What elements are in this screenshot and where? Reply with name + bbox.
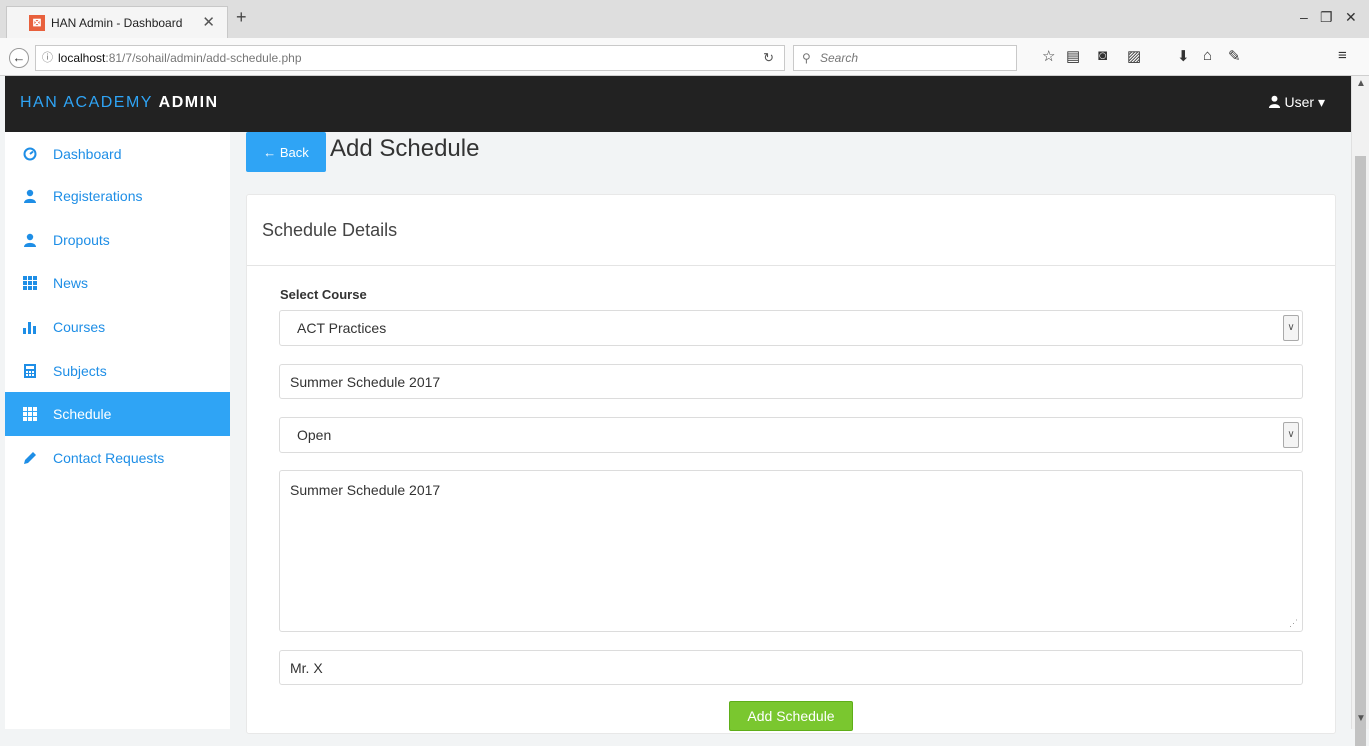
instructor-input[interactable]: Mr. X bbox=[279, 650, 1303, 685]
back-button[interactable]: ← Back bbox=[246, 132, 326, 172]
page-title: Add Schedule bbox=[330, 135, 480, 162]
sidebar: Dashboard Registerations Dropouts News C… bbox=[5, 132, 230, 729]
app-header: HAN ACADEMY ADMIN User ▾ bbox=[5, 76, 1351, 132]
sidebar-item-label: Dropouts bbox=[53, 232, 110, 248]
reading-list-icon[interactable]: ▤ bbox=[1066, 47, 1080, 65]
extension-icon[interactable]: ✎ bbox=[1228, 47, 1241, 65]
browser-tab[interactable]: ⊠ HAN Admin - Dashboard ✕ bbox=[6, 6, 228, 38]
page-scrollbar[interactable]: ▲ ▼ bbox=[1351, 76, 1369, 746]
restore-icon[interactable]: ❐ bbox=[1320, 9, 1333, 26]
close-tab-icon[interactable]: ✕ bbox=[202, 13, 215, 31]
select-course-label: Select Course bbox=[280, 287, 367, 302]
sidebar-item-label: Courses bbox=[53, 319, 106, 335]
pocket-icon[interactable]: ◙ bbox=[1098, 47, 1107, 64]
user-label: User bbox=[1284, 94, 1315, 110]
sidebar-item-dropouts[interactable]: Dropouts bbox=[5, 218, 230, 262]
url-host: localhost bbox=[58, 51, 106, 65]
brand-strong: ADMIN bbox=[158, 94, 219, 111]
sidebar-item-schedule[interactable]: Schedule bbox=[5, 392, 230, 436]
grid-icon bbox=[23, 276, 37, 290]
scroll-thumb[interactable] bbox=[1355, 156, 1366, 746]
sidebar-item-label: Dashboard bbox=[53, 146, 122, 162]
course-select-value: ACT Practices bbox=[297, 320, 387, 336]
tab-title: HAN Admin - Dashboard bbox=[51, 15, 183, 30]
sidebar-item-dashboard[interactable]: Dashboard bbox=[5, 132, 230, 176]
chevron-down-icon[interactable]: ∨ bbox=[1283, 315, 1299, 341]
sidebar-item-label: Contact Requests bbox=[53, 450, 165, 466]
pencil-icon bbox=[24, 452, 36, 464]
panel-heading: Schedule Details bbox=[247, 195, 1335, 266]
home-icon[interactable]: ⌂ bbox=[1203, 47, 1212, 64]
site-favicon-icon: ⊠ bbox=[29, 15, 45, 31]
user-icon bbox=[1268, 95, 1280, 108]
sidebar-item-subjects[interactable]: Subjects bbox=[5, 349, 230, 393]
sidebar-item-label: Subjects bbox=[53, 363, 107, 379]
window-close-icon[interactable]: ✕ bbox=[1345, 9, 1357, 26]
instructor-value: Mr. X bbox=[290, 659, 323, 676]
user-menu[interactable]: User ▾ bbox=[1268, 94, 1325, 111]
grid-icon bbox=[23, 407, 37, 421]
bar-chart-icon bbox=[23, 322, 36, 334]
browser-back-icon[interactable]: ← bbox=[9, 48, 29, 68]
description-textarea[interactable]: Summer Schedule 2017 ⋰ bbox=[279, 470, 1303, 632]
address-bar[interactable]: ⓘ localhost:81/7/sohail/admin/add-schedu… bbox=[35, 45, 785, 71]
caret-down-icon: ▾ bbox=[1317, 94, 1325, 110]
reload-icon[interactable]: ↻ bbox=[763, 46, 774, 70]
panel-title: Schedule Details bbox=[262, 220, 398, 240]
search-icon: ⚲ bbox=[802, 51, 811, 65]
browser-tabstrip: ⊠ HAN Admin - Dashboard ✕ + – ❐ ✕ bbox=[0, 0, 1369, 38]
brand-logo[interactable]: HAN ACADEMY ADMIN bbox=[20, 94, 219, 112]
url-path: :81/7/sohail/admin/add-schedule.php bbox=[105, 51, 302, 65]
add-schedule-button[interactable]: Add Schedule bbox=[729, 701, 853, 731]
sidebar-item-registerations[interactable]: Registerations bbox=[5, 174, 230, 218]
sidebar-item-label: Schedule bbox=[53, 406, 112, 422]
resize-grip-icon[interactable]: ⋰ bbox=[1289, 618, 1298, 629]
search-placeholder: Search bbox=[820, 51, 859, 65]
course-select[interactable]: ACT Practices ∨ bbox=[279, 310, 1303, 346]
sidebar-item-label: News bbox=[53, 275, 89, 291]
schedule-name-value: Summer Schedule 2017 bbox=[290, 373, 441, 390]
browser-search-input[interactable]: ⚲ Search bbox=[793, 45, 1017, 71]
user-icon bbox=[24, 233, 36, 247]
download-icon[interactable]: ⬇ bbox=[1177, 47, 1190, 65]
minimize-icon[interactable]: – bbox=[1300, 9, 1308, 25]
back-label: Back bbox=[279, 144, 309, 160]
new-tab-button[interactable]: + bbox=[236, 7, 247, 28]
info-icon[interactable]: ⓘ bbox=[42, 46, 53, 70]
bookmark-star-icon[interactable]: ☆ bbox=[1042, 47, 1055, 65]
calculator-icon bbox=[24, 364, 36, 378]
sidebar-item-news[interactable]: News bbox=[5, 261, 230, 305]
status-select-value: Open bbox=[297, 427, 332, 443]
chevron-down-icon[interactable]: ∨ bbox=[1283, 422, 1299, 448]
sidebar-item-label: Registerations bbox=[53, 188, 143, 204]
arrow-left-icon: ← bbox=[263, 144, 280, 160]
hamburger-menu-icon[interactable]: ≡ bbox=[1338, 47, 1347, 64]
scroll-up-icon[interactable]: ▲ bbox=[1356, 78, 1366, 89]
schedule-name-input[interactable]: Summer Schedule 2017 bbox=[279, 364, 1303, 399]
screenshot-icon[interactable]: ▨ bbox=[1127, 47, 1141, 65]
status-select[interactable]: Open ∨ bbox=[279, 417, 1303, 453]
scroll-down-icon[interactable]: ▼ bbox=[1356, 713, 1366, 724]
description-value: Summer Schedule 2017 bbox=[290, 482, 441, 498]
user-icon bbox=[24, 189, 36, 203]
sidebar-item-contact-requests[interactable]: Contact Requests bbox=[5, 436, 230, 480]
sidebar-item-courses[interactable]: Courses bbox=[5, 305, 230, 349]
dashboard-icon bbox=[23, 147, 37, 161]
brand-light: HAN ACADEMY bbox=[20, 94, 153, 111]
